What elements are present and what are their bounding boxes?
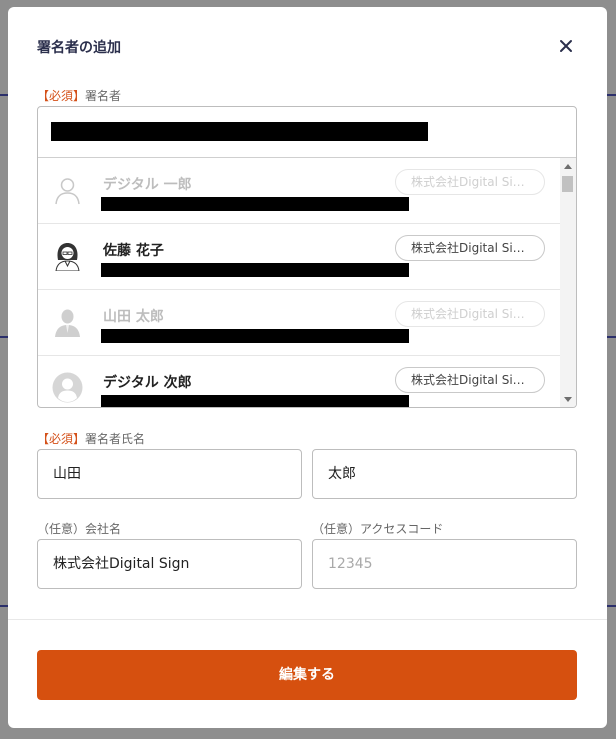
optional-tag: （任意） — [312, 522, 361, 536]
background-rule — [607, 336, 616, 338]
dialog-title: 署名者の追加 — [37, 40, 121, 56]
signer-name: デジタル 一郎 — [103, 177, 192, 193]
scrollbar-thumb[interactable] — [562, 176, 573, 192]
company-chip: 株式会社Digital Si… — [395, 235, 545, 261]
company-chip: 株式会社Digital Si… — [395, 301, 545, 327]
redacted-email — [101, 197, 409, 211]
redacted-email — [101, 395, 409, 407]
woman-avatar-icon — [52, 240, 83, 272]
redacted-email — [101, 263, 409, 277]
signer-name: 山田 太郎 — [103, 309, 164, 325]
access-code-label: （任意）アクセスコード — [312, 520, 443, 537]
background-rule — [607, 605, 616, 607]
scroll-down-arrow-icon[interactable] — [564, 397, 572, 402]
company-chip: 株式会社Digital Si… — [395, 367, 545, 393]
scroll-up-arrow-icon[interactable] — [564, 164, 572, 169]
signer-option[interactable]: 山田 太郎 株式会社Digital Si… — [38, 290, 560, 356]
signer-name: デジタル 次郎 — [103, 375, 192, 391]
signer-option[interactable]: デジタル 次郎 株式会社Digital Si… — [38, 356, 560, 407]
required-tag: 【必須】 — [37, 432, 86, 446]
background-rule — [607, 94, 616, 96]
background-rule — [0, 605, 8, 607]
optional-tag: （任意） — [37, 522, 86, 536]
company-label: （任意）会社名 — [37, 520, 121, 537]
access-code-input[interactable]: 12345 — [312, 539, 577, 589]
access-code-label-text: アクセスコード — [360, 522, 444, 536]
signer-label: 【必須】署名者 — [37, 87, 121, 104]
background-rule — [0, 336, 8, 338]
default-user-icon — [52, 372, 83, 403]
list-scrollbar[interactable] — [560, 158, 576, 407]
signer-name-label-text: 署名者氏名 — [85, 432, 146, 446]
company-input[interactable]: 株式会社Digital Sign — [37, 539, 302, 589]
signer-option[interactable]: 佐藤 花子 株式会社Digital Si… — [38, 224, 560, 290]
close-icon[interactable] — [556, 36, 576, 56]
company-label-text: 会社名 — [85, 522, 122, 536]
signer-search-input[interactable] — [38, 107, 576, 158]
background-rule — [0, 94, 8, 96]
redacted-input-value — [51, 122, 428, 141]
signer-name-label: 【必須】署名者氏名 — [37, 430, 145, 447]
person-silhouette-icon — [52, 174, 83, 205]
edit-submit-button[interactable]: 編集する — [37, 650, 577, 700]
redacted-email — [101, 329, 409, 343]
man-silhouette-icon — [52, 306, 83, 337]
footer-divider — [8, 619, 607, 620]
company-chip: 株式会社Digital Si… — [395, 169, 545, 195]
first-name-input[interactable]: 太郎 — [312, 449, 577, 499]
signer-label-text: 署名者 — [85, 89, 122, 103]
signer-suggestion-list: デジタル 一郎 株式会社Digital Si… 佐藤 花子 株式会社Digita… — [38, 158, 560, 407]
add-signer-dialog: 署名者の追加 【必須】署名者 デジタル 一郎 株式会社Digital Si… 佐… — [8, 7, 607, 728]
signer-combobox: デジタル 一郎 株式会社Digital Si… 佐藤 花子 株式会社Digita… — [37, 106, 577, 408]
signer-name: 佐藤 花子 — [103, 243, 164, 259]
signer-option[interactable]: デジタル 一郎 株式会社Digital Si… — [38, 158, 560, 224]
last-name-input[interactable]: 山田 — [37, 449, 302, 499]
required-tag: 【必須】 — [37, 89, 86, 103]
